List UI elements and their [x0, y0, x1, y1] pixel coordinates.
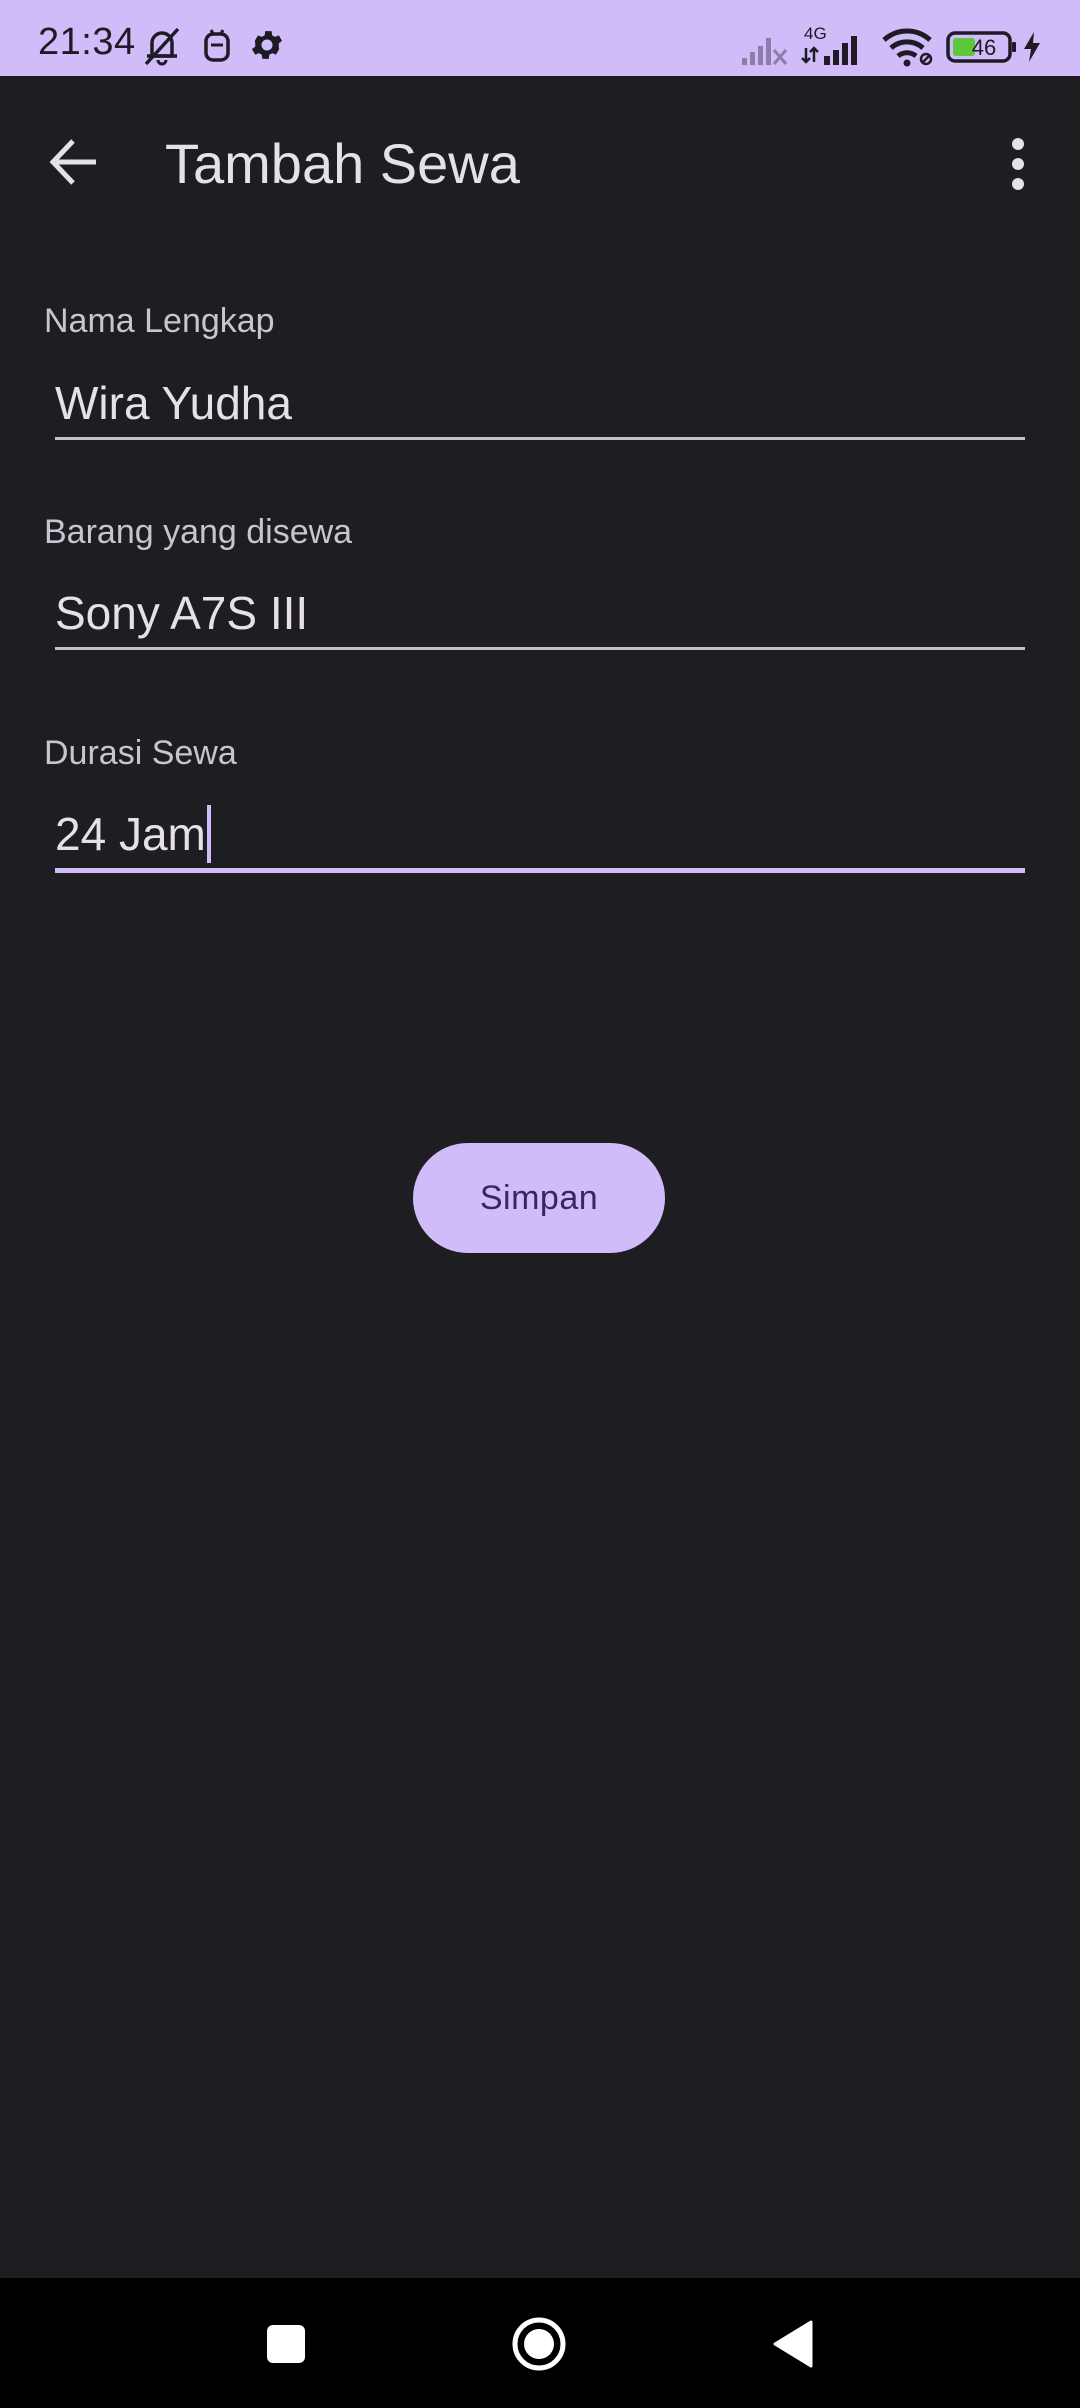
rental-duration-input[interactable]	[55, 799, 1025, 869]
network-type-label: 4G	[804, 24, 827, 43]
charging-icon	[1022, 32, 1042, 67]
settings-gear-icon	[248, 26, 286, 69]
rental-duration-label: Durasi Sewa	[44, 734, 237, 772]
nav-back-button[interactable]	[763, 2316, 823, 2376]
navigation-bar	[0, 2278, 1080, 2408]
signal-none-icon	[740, 28, 790, 73]
rented-item-underline	[55, 647, 1025, 650]
rented-item-input[interactable]	[55, 578, 1025, 648]
full-name-input[interactable]	[55, 368, 1025, 438]
home-circle-icon	[511, 2316, 567, 2377]
more-options-button[interactable]	[998, 136, 1038, 192]
text-cursor	[207, 805, 211, 863]
battery-icon: 46	[946, 30, 1018, 69]
arrow-back-icon	[44, 139, 106, 197]
status-time: 21:34	[38, 21, 136, 63]
signal-4g-icon: 4G	[800, 24, 868, 73]
more-vert-icon	[998, 138, 1038, 196]
full-name-label: Nama Lengkap	[44, 302, 275, 340]
recents-button[interactable]	[256, 2316, 316, 2376]
home-button[interactable]	[509, 2316, 569, 2376]
page-title: Tambah Sewa	[165, 132, 520, 195]
wifi-icon	[880, 26, 936, 73]
screen-cat-icon	[202, 26, 232, 71]
status-bar: 21:34 4G 46	[0, 0, 1080, 76]
recents-square-icon	[266, 2324, 306, 2369]
rented-item-label: Barang yang disewa	[44, 513, 353, 551]
app-bar: Tambah Sewa	[0, 76, 1080, 256]
battery-level: 46	[971, 35, 997, 60]
muted-bell-icon	[138, 26, 186, 71]
back-triangle-icon	[771, 2320, 815, 2373]
back-button[interactable]	[44, 131, 106, 193]
rental-duration-underline	[55, 868, 1025, 873]
save-button[interactable]: Simpan	[413, 1143, 665, 1253]
full-name-underline	[55, 437, 1025, 440]
